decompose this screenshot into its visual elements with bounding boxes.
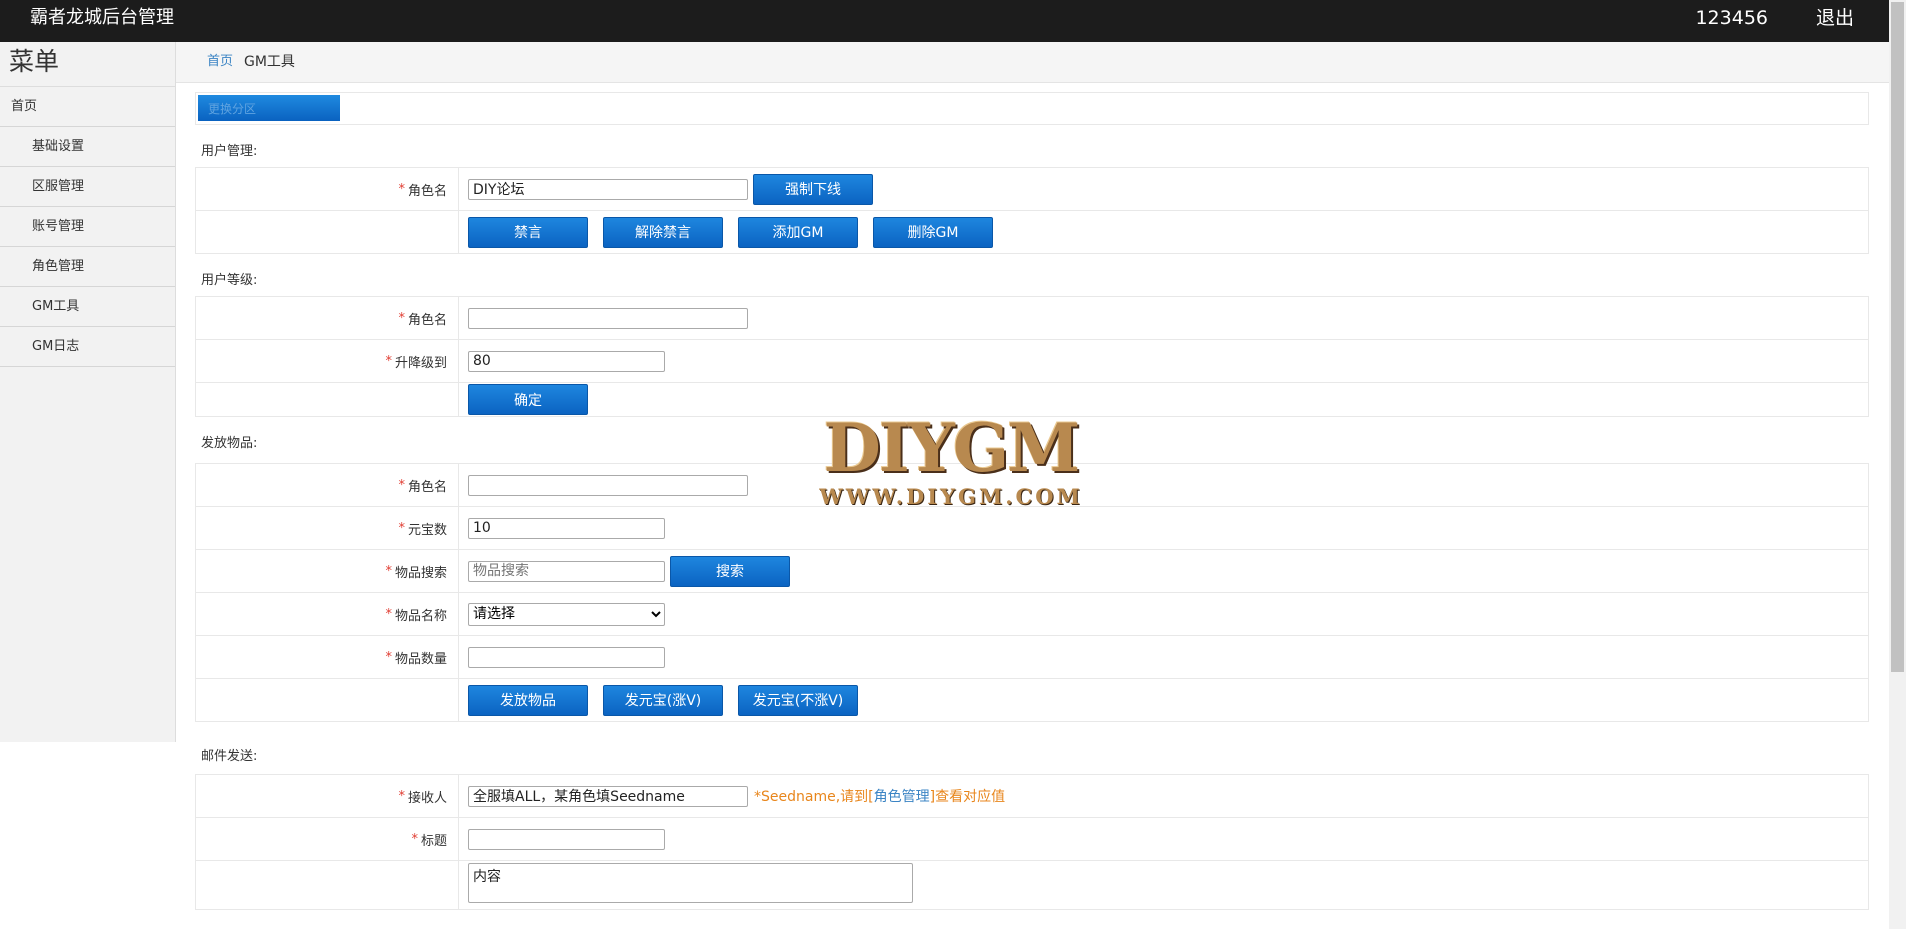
level-role-name-input[interactable]	[468, 307, 748, 329]
scrollbar-thumb[interactable]	[1891, 2, 1904, 672]
current-user: 123456	[1695, 7, 1768, 29]
field-label: * 角色名	[196, 297, 459, 339]
level-value-input[interactable]	[468, 350, 665, 372]
field-label: * 角色名	[196, 464, 459, 506]
user-role-name-input[interactable]	[468, 178, 748, 200]
sidebar-item-account-management[interactable]: 账号管理	[0, 207, 175, 247]
send-item-button[interactable]: 发放物品	[468, 684, 588, 716]
logout-link[interactable]: 退出	[1816, 0, 1854, 36]
mail-content-textarea[interactable]: 内容	[468, 863, 913, 903]
yuanbao-amount-input[interactable]	[468, 517, 665, 539]
item-search-button[interactable]: 搜索	[670, 555, 790, 587]
app-title: 霸者龙城后台管理	[30, 7, 174, 28]
sidebar-item-gm-tools[interactable]: GM工具	[0, 287, 175, 327]
role-management-link[interactable]: 角色管理	[874, 789, 930, 805]
field-label: * 元宝数	[196, 507, 459, 549]
field-label-empty	[196, 211, 459, 253]
unmute-button[interactable]: 解除禁言	[603, 216, 723, 248]
item-role-name-input[interactable]	[468, 474, 748, 496]
user-management-form: *角色名 强制下线 禁言 解除禁言 添加GM 删除GM	[195, 167, 1869, 254]
user-level-form: *角色名 *升降级到 确定	[195, 296, 1869, 417]
recipient-hint: *Seedname,请到[角色管理]查看对应值	[754, 789, 1006, 805]
section-title-mail: 邮件发送:	[201, 749, 258, 764]
sidebar-item-home[interactable]: 首页	[0, 87, 175, 127]
sidebar-item-gm-log[interactable]: GM日志	[0, 327, 175, 367]
menu-title: 菜单	[0, 42, 175, 87]
field-label: * 升降级到	[196, 340, 459, 382]
mute-button[interactable]: 禁言	[468, 216, 588, 248]
mail-recipient-input[interactable]	[468, 785, 748, 807]
breadcrumb-current: GM工具	[244, 54, 295, 70]
section-title-user-management: 用户管理:	[201, 144, 258, 159]
item-quantity-input[interactable]	[468, 646, 665, 668]
item-search-input[interactable]	[468, 560, 665, 582]
mail-subject-input[interactable]	[468, 828, 665, 850]
change-zone-button[interactable]: 更换分区	[198, 95, 340, 121]
breadcrumb: 首页 GM工具	[176, 42, 1889, 83]
sidebar-item-basic-settings[interactable]: 基础设置	[0, 127, 175, 167]
delete-gm-button[interactable]: 删除GM	[873, 216, 993, 248]
field-label: * 物品搜索	[196, 550, 459, 592]
send-yuanbao-vip-button[interactable]: 发元宝(涨V)	[603, 684, 723, 716]
sidebar: 菜单 首页 基础设置 区服管理 账号管理 角色管理 GM工具 GM日志	[0, 42, 176, 742]
sidebar-item-role-management[interactable]: 角色管理	[0, 247, 175, 287]
diygm-watermark-logo: DIYGM WWW.DIYGM.COM	[819, 409, 1083, 509]
add-gm-button[interactable]: 添加GM	[738, 216, 858, 248]
zone-bar: 更换分区	[195, 92, 1869, 125]
field-label-empty	[196, 383, 459, 416]
field-label-empty	[196, 861, 459, 909]
field-label: * 角色名	[196, 168, 459, 210]
send-yuanbao-novip-button[interactable]: 发元宝(不涨V)	[738, 684, 858, 716]
force-offline-button[interactable]: 强制下线	[753, 173, 873, 205]
mail-form: *接收人 *Seedname,请到[角色管理]查看对应值 *标题 内容	[195, 774, 1869, 910]
top-bar: 霸者龙城后台管理 123456 退出	[0, 0, 1906, 42]
field-label: * 物品名称	[196, 593, 459, 635]
item-name-select[interactable]: 请选择	[468, 602, 665, 626]
section-title-user-level: 用户等级:	[201, 273, 258, 288]
field-label: * 物品数量	[196, 636, 459, 678]
sidebar-item-server-management[interactable]: 区服管理	[0, 167, 175, 207]
field-label: * 接收人	[196, 775, 459, 817]
confirm-level-button[interactable]: 确定	[468, 384, 588, 415]
breadcrumb-home-link[interactable]: 首页	[207, 42, 233, 82]
field-label: * 标题	[196, 818, 459, 860]
vertical-scrollbar[interactable]	[1889, 0, 1906, 929]
field-label-empty	[196, 679, 459, 721]
